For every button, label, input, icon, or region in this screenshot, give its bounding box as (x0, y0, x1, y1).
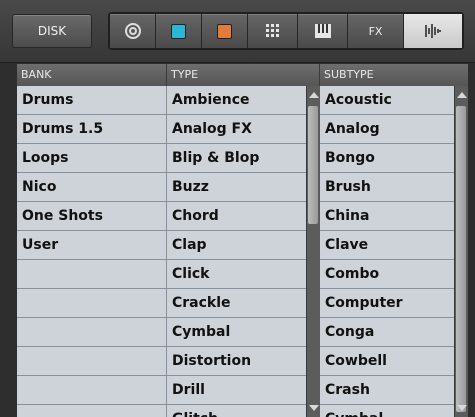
cyan-filter-button[interactable] (156, 14, 202, 48)
subtype-item[interactable]: Cowbell (320, 347, 454, 376)
orange-filter-button[interactable] (202, 14, 248, 48)
loop-icon (124, 23, 141, 39)
subtype-item[interactable]: Acoustic (320, 86, 454, 115)
subtype-item[interactable]: Conga (320, 318, 454, 347)
subtype-item[interactable]: Combo (320, 260, 454, 289)
type-item[interactable]: Crackle (167, 289, 306, 318)
scroll-up-arrow-icon[interactable] (309, 92, 319, 98)
waveform-icon (425, 24, 441, 38)
grid-icon (265, 24, 279, 37)
type-item[interactable]: Distortion (167, 347, 306, 376)
bank-item (17, 405, 166, 417)
type-item[interactable]: Clap (167, 231, 306, 260)
type-item[interactable]: Chord (167, 202, 306, 231)
subtype-item[interactable]: Brush (320, 173, 454, 202)
keyboard-icon (314, 24, 331, 38)
loop-filter-button[interactable] (110, 14, 156, 48)
grid-filter-button[interactable] (248, 14, 298, 48)
type-scroll-thumb[interactable] (308, 106, 318, 224)
bank-item (17, 260, 166, 289)
sample-filter-button[interactable] (404, 14, 462, 48)
cyan-square-icon (171, 23, 186, 39)
instrument-filter-button[interactable] (298, 14, 348, 48)
orange-square-icon (217, 23, 232, 39)
type-header[interactable]: TYPE (167, 64, 320, 86)
bank-item[interactable]: User (17, 231, 166, 260)
subtype-list: Acoustic Analog Bongo Brush China Clave … (320, 86, 454, 417)
scroll-up-arrow-icon[interactable] (457, 92, 467, 98)
bank-item[interactable]: Drums 1.5 (17, 115, 166, 144)
bank-item[interactable]: Loops (17, 144, 166, 173)
subtype-scroll-thumb[interactable] (456, 106, 466, 412)
type-item[interactable]: Buzz (167, 173, 306, 202)
type-item[interactable]: Drill (167, 376, 306, 405)
bank-item[interactable]: Nico (17, 173, 166, 202)
type-scrollbar[interactable] (306, 86, 320, 417)
type-list: Ambience Analog FX Blip & Blop Buzz Chor… (167, 86, 306, 417)
subtype-item[interactable]: Crash (320, 376, 454, 405)
subtype-header[interactable]: SUBTYPE (320, 64, 468, 86)
type-item[interactable]: Analog FX (167, 115, 306, 144)
bank-item (17, 289, 166, 318)
bank-item (17, 347, 166, 376)
subtype-item[interactable]: Computer (320, 289, 454, 318)
type-item[interactable]: Ambience (167, 86, 306, 115)
bank-item[interactable]: One Shots (17, 202, 166, 231)
fx-filter-button[interactable]: FX (348, 14, 404, 48)
bank-header[interactable]: BANK (17, 64, 167, 86)
type-item[interactable]: Cymbal (167, 318, 306, 347)
bank-item[interactable]: Drums (17, 86, 166, 115)
browser-panel: DISK FX BANK TYPE SUBTYPE Drums Drums 1.… (0, 0, 475, 417)
scroll-down-arrow-icon[interactable] (457, 405, 467, 411)
toolbar: DISK FX (0, 0, 475, 63)
scroll-down-arrow-icon[interactable] (309, 405, 319, 411)
bank-item (17, 318, 166, 347)
type-item[interactable]: Glitch (167, 405, 306, 417)
bank-list: Drums Drums 1.5 Loops Nico One Shots Use… (17, 86, 167, 417)
subtype-item[interactable]: Bongo (320, 144, 454, 173)
subtype-item[interactable]: China (320, 202, 454, 231)
filter-button-group: FX (108, 12, 464, 50)
subtype-item[interactable]: Cymbal (320, 405, 454, 417)
type-item[interactable]: Click (167, 260, 306, 289)
subtype-scrollbar[interactable] (454, 86, 468, 417)
subtype-item[interactable]: Analog (320, 115, 454, 144)
bank-item (17, 376, 166, 405)
disk-button[interactable]: DISK (12, 14, 92, 48)
browser-table: BANK TYPE SUBTYPE Drums Drums 1.5 Loops … (17, 64, 468, 417)
type-item[interactable]: Blip & Blop (167, 144, 306, 173)
subtype-item[interactable]: Clave (320, 231, 454, 260)
